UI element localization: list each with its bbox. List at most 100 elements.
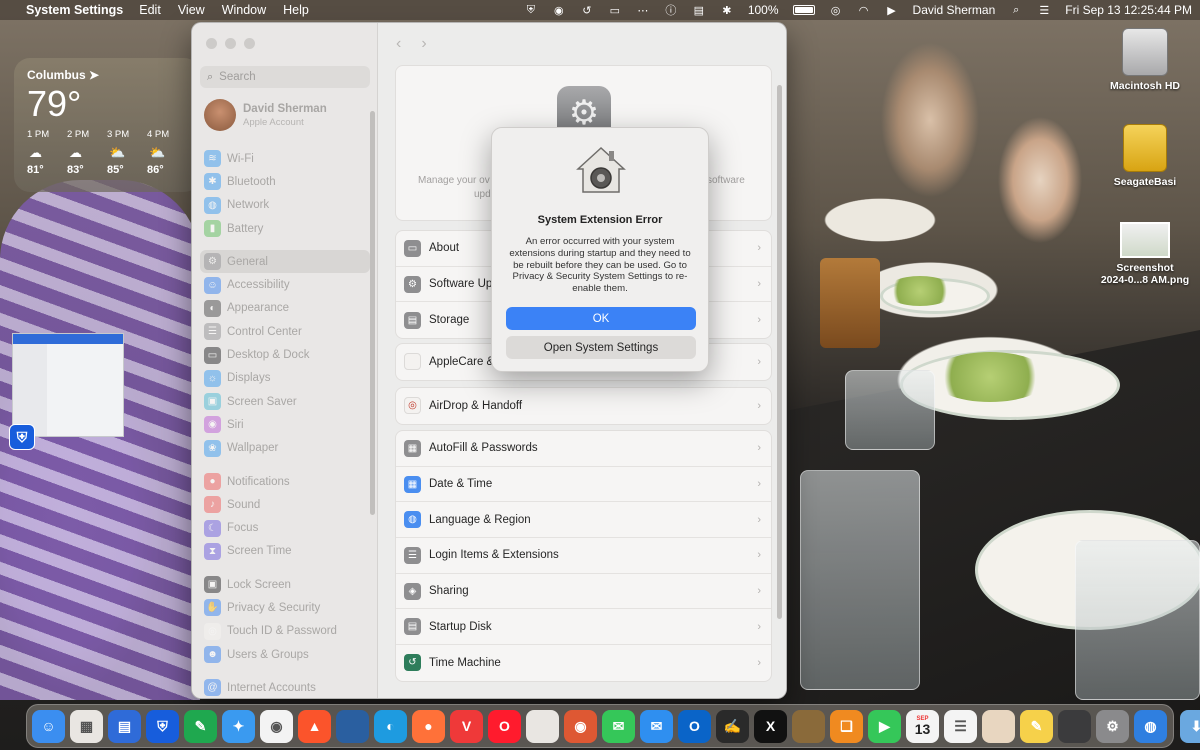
time-machine-status-icon[interactable]: ↺ xyxy=(580,4,594,17)
zoom-button[interactable] xyxy=(244,38,255,49)
sidebar-scrollbar[interactable] xyxy=(370,111,375,515)
system-settings-icon[interactable]: ⚙ xyxy=(1096,709,1129,743)
facetime-icon[interactable]: ▶ xyxy=(868,709,901,743)
calendar-icon[interactable]: SEP 13 xyxy=(906,709,939,743)
bluetooth-status-icon[interactable]: ✱ xyxy=(720,4,734,17)
sidebar-item-wi-fi[interactable]: ≋ Wi-Fi xyxy=(200,147,370,170)
app-window-thumbnail[interactable] xyxy=(12,333,124,437)
chevron-right-icon: › xyxy=(757,478,761,491)
sidebar-item-sound[interactable]: ♪ Sound xyxy=(200,493,370,516)
opera-icon[interactable]: O xyxy=(488,709,521,743)
notes-icon[interactable]: ✎ xyxy=(1020,709,1053,743)
finder-icon[interactable]: ☺ xyxy=(32,709,65,743)
iphone-mirroring-icon[interactable] xyxy=(1058,709,1091,743)
sidebar-item-privacy-security[interactable]: ✋ Privacy & Security xyxy=(200,596,370,619)
sidebar-item-lock-screen[interactable]: ▣ Lock Screen xyxy=(200,573,370,596)
back-arrow-icon[interactable]: ‹ xyxy=(396,35,401,53)
minimize-button[interactable] xyxy=(225,38,236,49)
desktop-icon-seagate[interactable]: SeagateBasi xyxy=(1095,124,1195,188)
app-menu[interactable]: System Settings xyxy=(26,3,123,17)
bitwarden-badge-icon[interactable]: ⛨ xyxy=(9,424,35,450)
settings-row-airdrop-handoff[interactable]: ◎ AirDrop & Handoff › xyxy=(396,388,771,424)
settings-row-date-time[interactable]: ▦ Date & Time › xyxy=(396,467,771,503)
reminders-icon[interactable]: ☰ xyxy=(944,709,977,743)
sidebar-item-focus[interactable]: ☾ Focus xyxy=(200,516,370,539)
sidebar-item-appearance[interactable]: ◐ Appearance xyxy=(200,297,370,320)
network-icon[interactable]: ◍ xyxy=(1134,709,1167,743)
vpn-status-icon[interactable]: ◉ xyxy=(552,4,566,17)
clock[interactable]: Fri Sep 13 12:25:44 PM xyxy=(1065,3,1192,17)
desktop-icon-screenshot[interactable]: Screenshot 2024-0...8 AM.png xyxy=(1095,216,1195,286)
sidebar-item-screen-time[interactable]: ⧗ Screen Time xyxy=(200,540,370,563)
settings-row-login-items-extensions[interactable]: ☰ Login Items & Extensions › xyxy=(396,538,771,574)
sidebar-item-internet-accounts[interactable]: @ Internet Accounts xyxy=(200,676,370,698)
sidebar-item-siri[interactable]: ◉ Siri xyxy=(200,413,370,436)
account-row[interactable]: David Sherman Apple Account xyxy=(204,99,327,131)
battery-icon[interactable] xyxy=(792,5,815,15)
desktop-icon-macintosh-hd[interactable]: Macintosh HD xyxy=(1095,28,1195,92)
spotlight-search-icon[interactable]: ⌕ xyxy=(1009,4,1023,17)
sidebar-item-network[interactable]: ◍ Network xyxy=(200,194,370,217)
forward-arrow-icon[interactable]: › xyxy=(421,35,426,53)
menu-help[interactable]: Help xyxy=(283,3,309,17)
x-icon[interactable]: X xyxy=(754,709,787,743)
info-status-icon[interactable]: ⓘ xyxy=(664,4,678,17)
edge-icon[interactable]: ◐ xyxy=(374,709,407,743)
bitwarden-status-icon[interactable]: ⛨ xyxy=(524,4,538,17)
sidebar-item-notifications[interactable]: ● Notifications xyxy=(200,470,370,493)
mars-edit-icon[interactable] xyxy=(526,709,559,743)
settings-row-autofill-passwords[interactable]: ▦ AutoFill & Passwords › xyxy=(396,431,771,467)
user-name[interactable]: David Sherman xyxy=(913,3,996,17)
content-scrollbar[interactable] xyxy=(777,85,782,619)
weather-widget[interactable]: Columbus ➤ 79° 1 PM ☁ 81° 2 PM ☁ 83° 3 P… xyxy=(14,58,200,192)
settings-row-language-region[interactable]: ◍ Language & Region › xyxy=(396,502,771,539)
close-button[interactable] xyxy=(206,38,217,49)
sidebar-item-wallpaper[interactable]: ❀ Wallpaper xyxy=(200,437,370,460)
screen-mirroring-icon[interactable]: ▭ xyxy=(608,4,622,17)
window-tile-icon[interactable]: ▤ xyxy=(692,4,706,17)
sidebar-item-control-center[interactable]: ☰ Control Center xyxy=(200,320,370,343)
launchpad-icon[interactable]: ▦ xyxy=(70,709,103,743)
safari-icon[interactable]: ✦ xyxy=(222,709,255,743)
settings-row-sharing[interactable]: ◈ Sharing › xyxy=(396,574,771,610)
sidebar-item-users-groups[interactable]: ☻ Users & Groups xyxy=(200,643,370,666)
search-input[interactable]: ⌕ Search xyxy=(200,66,370,88)
firefox-icon[interactable]: ● xyxy=(412,709,445,743)
sidebar-item-accessibility[interactable]: ☺ Accessibility xyxy=(200,273,370,296)
settings-row-time-machine[interactable]: ↺ Time Machine › xyxy=(396,645,771,681)
evernote-icon[interactable]: ✎ xyxy=(184,709,217,743)
brave-icon[interactable]: ▲ xyxy=(298,709,331,743)
outlook-icon[interactable]: O xyxy=(678,709,711,743)
downloads-folder-icon[interactable]: ⬇ xyxy=(1180,709,1200,743)
control-center-icon[interactable]: ☰ xyxy=(1037,4,1051,17)
sidebar-item-touch-id-password[interactable]: ◎ Touch ID & Password xyxy=(200,620,370,643)
network-radar-icon[interactable] xyxy=(336,709,369,743)
sidebar-item-bluetooth[interactable]: ✱ Bluetooth xyxy=(200,170,370,193)
sidebar-item-battery[interactable]: ▮ Battery xyxy=(200,217,370,240)
ok-button[interactable]: OK xyxy=(506,307,696,330)
paint-icon[interactable] xyxy=(982,709,1015,743)
sidebar-item-desktop-dock[interactable]: ▭ Desktop & Dock xyxy=(200,343,370,366)
books-shelf-icon[interactable] xyxy=(792,709,825,743)
settings-row-startup-disk[interactable]: ▤ Startup Disk › xyxy=(396,609,771,646)
menu-view[interactable]: View xyxy=(178,3,205,17)
books-icon[interactable]: ❑ xyxy=(830,709,863,743)
sidebar-item-screen-saver[interactable]: ▣ Screen Saver xyxy=(200,390,370,413)
sidebar-item-general[interactable]: ⚙ General xyxy=(200,250,370,274)
menu-window[interactable]: Window xyxy=(222,3,266,17)
reader-icon[interactable]: ✍ xyxy=(716,709,749,743)
wifi-status-icon[interactable]: ◠ xyxy=(857,4,871,17)
messages-icon[interactable]: ✉ xyxy=(602,709,635,743)
duckduckgo-icon[interactable]: ◉ xyxy=(564,709,597,743)
open-system-settings-button[interactable]: Open System Settings xyxy=(506,336,696,359)
sidebar-item-displays[interactable]: ☼ Displays xyxy=(200,367,370,390)
mail-icon[interactable]: ✉ xyxy=(640,709,673,743)
bitwarden-icon[interactable]: ⛨ xyxy=(146,709,179,743)
now-playing-icon[interactable]: ▶ xyxy=(885,4,899,17)
chrome-icon[interactable]: ◉ xyxy=(260,709,293,743)
files-icon[interactable]: ▤ xyxy=(108,709,141,743)
menu-edit[interactable]: Edit xyxy=(139,3,161,17)
vivaldi-icon[interactable]: V xyxy=(450,709,483,743)
airdrop-status-icon[interactable]: ◎ xyxy=(829,4,843,17)
istat-icon[interactable]: ⋯ xyxy=(636,4,650,17)
